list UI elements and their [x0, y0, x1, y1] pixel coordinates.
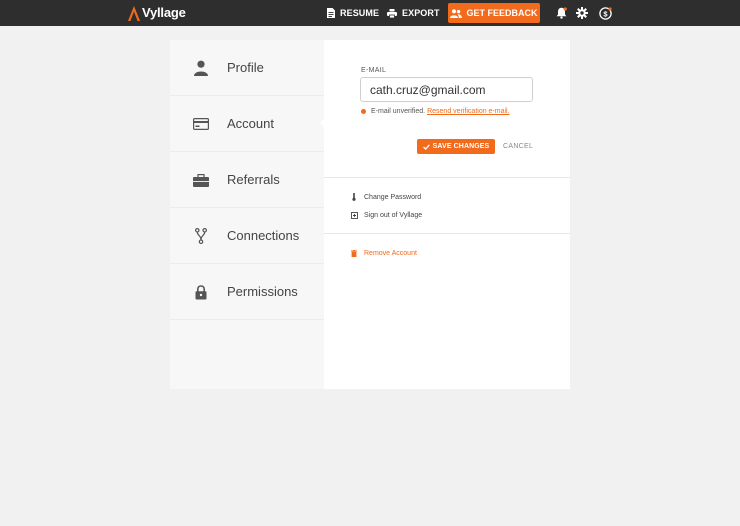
- resume-label: RESUME: [340, 8, 380, 18]
- bell-icon: [556, 7, 567, 19]
- logo-text: Vyllage: [142, 5, 186, 20]
- sidebar-item-permissions[interactable]: Permissions: [170, 264, 324, 320]
- remove-account-label: Remove Account: [364, 249, 417, 257]
- trash-icon: [350, 249, 358, 257]
- users-icon: [450, 8, 463, 18]
- export-link[interactable]: EXPORT: [387, 7, 440, 19]
- thermometer-icon: [350, 193, 358, 201]
- checkmark-icon: [422, 143, 430, 150]
- user-icon: [193, 59, 209, 77]
- top-navigation-bar: Vyllage RESUME EXPORT GET FEEDBACK $: [0, 0, 740, 26]
- sidebar-item-referrals[interactable]: Referrals: [170, 152, 324, 208]
- logo-mark-icon: [128, 5, 140, 21]
- credits-button[interactable]: $: [598, 6, 612, 20]
- sign-out-icon: [350, 211, 358, 219]
- gear-icon: [576, 7, 588, 19]
- export-label: EXPORT: [402, 8, 440, 18]
- account-settings-panel: E-MAIL E-mail unverified. Resend verific…: [324, 40, 570, 389]
- sidebar-item-label: Permissions: [227, 284, 298, 299]
- lock-icon: [193, 283, 209, 301]
- divider: [324, 177, 570, 178]
- sidebar-item-label: Connections: [227, 228, 300, 243]
- coin-icon: $: [598, 6, 612, 20]
- sign-out-label: Sign out of Vyllage: [364, 211, 423, 219]
- warning-dot-icon: [361, 109, 366, 114]
- email-unverified-notice: E-mail unverified. Resend verification e…: [361, 108, 510, 115]
- sidebar-item-profile[interactable]: Profile: [170, 40, 324, 96]
- divider: [324, 233, 570, 234]
- unverified-text: E-mail unverified.: [371, 108, 426, 115]
- active-item-pointer: [320, 118, 325, 128]
- notifications-button[interactable]: [554, 6, 568, 20]
- settings-sidebar: Profile Account Referrals Connections Pe…: [170, 40, 324, 389]
- resend-verification-link[interactable]: Resend verification e-mail.: [427, 108, 509, 115]
- sign-out-link[interactable]: Sign out of Vyllage: [350, 211, 422, 219]
- card-icon: [193, 115, 209, 133]
- settings-button[interactable]: [575, 6, 589, 20]
- get-feedback-label: GET FEEDBACK: [466, 8, 538, 18]
- resume-link[interactable]: RESUME: [327, 7, 379, 19]
- save-changes-button[interactable]: SAVE CHANGES: [417, 139, 495, 154]
- email-label: E-MAIL: [361, 67, 387, 74]
- remove-account-link[interactable]: Remove Account: [350, 249, 417, 257]
- svg-text:$: $: [603, 9, 608, 18]
- briefcase-icon: [193, 171, 209, 189]
- save-changes-label: SAVE CHANGES: [432, 143, 490, 150]
- change-password-label: Change Password: [364, 193, 422, 201]
- email-field[interactable]: [360, 77, 533, 102]
- sidebar-item-label: Account: [227, 116, 274, 131]
- sidebar-item-label: Profile: [227, 60, 264, 75]
- sidebar-item-label: Referrals: [227, 172, 280, 187]
- printer-icon: [387, 8, 397, 18]
- fork-icon: [193, 227, 209, 245]
- change-password-link[interactable]: Change Password: [350, 193, 421, 201]
- get-feedback-button[interactable]: GET FEEDBACK: [448, 3, 540, 23]
- document-icon: [327, 8, 335, 18]
- cancel-button[interactable]: CANCEL: [503, 143, 533, 150]
- sidebar-item-connections[interactable]: Connections: [170, 208, 324, 264]
- sidebar-item-account[interactable]: Account: [170, 96, 324, 152]
- vyllage-logo[interactable]: Vyllage: [128, 5, 186, 21]
